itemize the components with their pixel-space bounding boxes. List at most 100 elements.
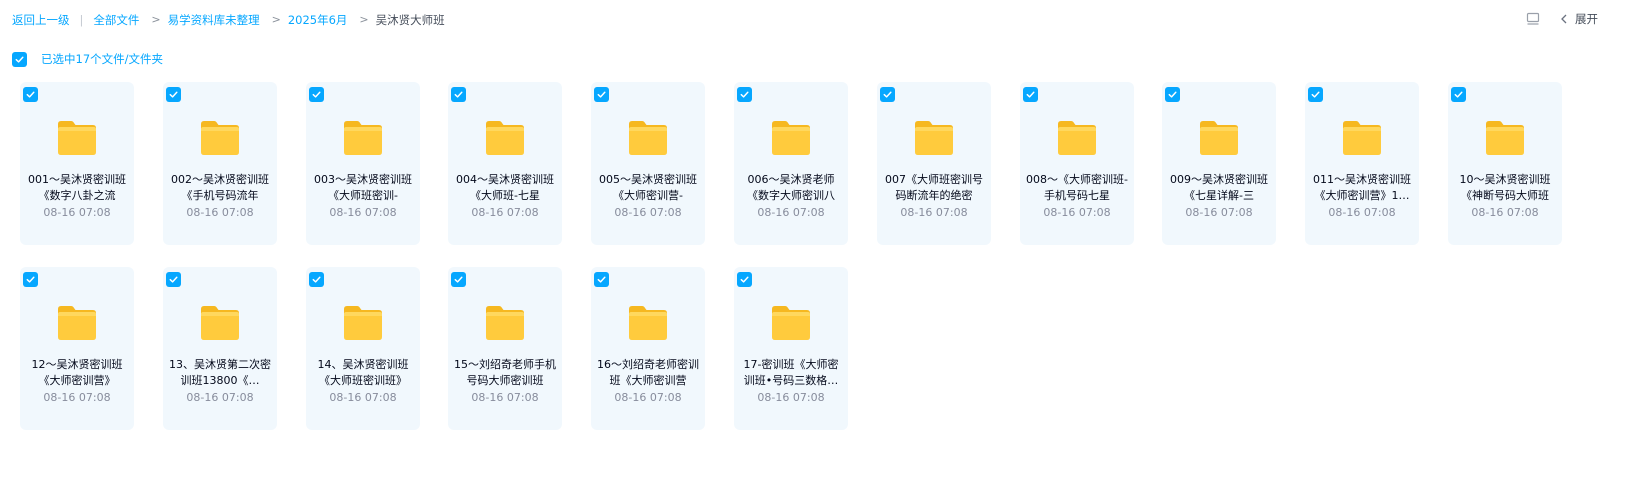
folder-card[interactable]: 007《大师班密训号码断流年的绝密 08-16 07:08 bbox=[877, 82, 991, 245]
folder-icon bbox=[201, 121, 239, 155]
folder-checkbox[interactable] bbox=[880, 87, 895, 102]
folder-icon bbox=[915, 121, 953, 155]
folder-icon bbox=[344, 121, 382, 155]
folder-date: 08-16 07:08 bbox=[1471, 206, 1539, 219]
folder-card[interactable]: 009～吴沐贤密训班《七星详解-三 08-16 07:08 bbox=[1162, 82, 1276, 245]
folder-checkbox[interactable] bbox=[451, 87, 466, 102]
folder-icon bbox=[772, 121, 810, 155]
folder-date: 08-16 07:08 bbox=[757, 206, 825, 219]
folder-checkbox[interactable] bbox=[1165, 87, 1180, 102]
folder-card[interactable]: 005～吴沐贤密训班《大师密训营- 08-16 07:08 bbox=[591, 82, 705, 245]
folder-checkbox[interactable] bbox=[166, 272, 181, 287]
folder-name: 006～吴沐贤老师《数字大师密训八 bbox=[747, 173, 835, 202]
folder-name: 16～刘绍奇老师密训班《大师密训营 bbox=[597, 358, 699, 387]
folder-icon bbox=[772, 306, 810, 340]
check-icon bbox=[26, 276, 35, 283]
folder-icon bbox=[486, 121, 524, 155]
folder-date: 08-16 07:08 bbox=[329, 206, 397, 219]
folder-icon bbox=[1486, 121, 1524, 155]
check-icon bbox=[312, 91, 321, 98]
folder-card[interactable]: 15～刘绍奇老师手机号码大师密训班 08-16 07:08 bbox=[448, 267, 562, 430]
top-bar: 返回上一级 | 全部文件 > 易学资料库未整理 > 2025年6月 > 吴沐贤大… bbox=[0, 0, 1648, 40]
folder-checkbox[interactable] bbox=[166, 87, 181, 102]
folder-card[interactable]: 13、吴沐贤第二次密训班13800《… 08-16 07:08 bbox=[163, 267, 277, 430]
folder-checkbox[interactable] bbox=[1308, 87, 1323, 102]
back-link[interactable]: 返回上一级 bbox=[12, 12, 70, 28]
check-icon bbox=[597, 276, 606, 283]
folder-checkbox[interactable] bbox=[1023, 87, 1038, 102]
folder-card[interactable]: 10～吴沐贤密训班《神断号码大师班 08-16 07:08 bbox=[1448, 82, 1562, 245]
folder-date: 08-16 07:08 bbox=[186, 206, 254, 219]
folder-card[interactable]: 14、吴沐贤密训班《大师班密训班》 08-16 07:08 bbox=[306, 267, 420, 430]
folder-name: 17-密训班《大师密训班•号码三数格… bbox=[743, 358, 839, 387]
folder-checkbox[interactable] bbox=[309, 272, 324, 287]
folder-date: 08-16 07:08 bbox=[471, 391, 539, 404]
folder-date: 08-16 07:08 bbox=[471, 206, 539, 219]
folder-icon bbox=[58, 306, 96, 340]
folder-card[interactable]: 002～吴沐贤密训班《手机号码流年 08-16 07:08 bbox=[163, 82, 277, 245]
folder-checkbox[interactable] bbox=[737, 87, 752, 102]
check-icon bbox=[312, 276, 321, 283]
select-all-checkbox[interactable] bbox=[12, 51, 27, 67]
folder-checkbox[interactable] bbox=[1451, 87, 1466, 102]
folder-card[interactable]: 006～吴沐贤老师《数字大师密训八 08-16 07:08 bbox=[734, 82, 848, 245]
chevron-left-icon bbox=[1561, 14, 1567, 24]
check-icon bbox=[740, 276, 749, 283]
check-icon bbox=[883, 91, 892, 98]
breadcrumb-separator: > bbox=[271, 13, 281, 26]
breadcrumb-item-all-files[interactable]: 全部文件 bbox=[93, 12, 139, 28]
check-icon bbox=[169, 276, 178, 283]
folder-name: 002～吴沐贤密训班《手机号码流年 bbox=[171, 173, 269, 202]
folder-name: 004～吴沐贤密训班《大师班-七星 bbox=[456, 173, 554, 202]
folder-icon bbox=[344, 306, 382, 340]
folder-name: 011～吴沐贤密训班《大师密训营》1… bbox=[1313, 173, 1411, 202]
breadcrumb-separator: > bbox=[359, 13, 369, 26]
expand-label: 展开 bbox=[1575, 12, 1598, 26]
folder-checkbox[interactable] bbox=[451, 272, 466, 287]
folder-card[interactable]: 001～吴沐贤密训班《数字八卦之流 08-16 07:08 bbox=[20, 82, 134, 245]
breadcrumb-divider: | bbox=[79, 13, 84, 27]
folder-checkbox[interactable] bbox=[737, 272, 752, 287]
folder-card[interactable]: 011～吴沐贤密训班《大师密训营》1… 08-16 07:08 bbox=[1305, 82, 1419, 245]
folder-card[interactable]: 17-密训班《大师密训班•号码三数格… 08-16 07:08 bbox=[734, 267, 848, 430]
folder-checkbox[interactable] bbox=[309, 87, 324, 102]
folder-card[interactable]: 008～《大师密训班-手机号码七星 08-16 07:08 bbox=[1020, 82, 1134, 245]
folder-checkbox[interactable] bbox=[594, 272, 609, 287]
check-icon bbox=[1311, 91, 1320, 98]
folder-name: 14、吴沐贤密训班《大师班密训班》 bbox=[317, 358, 409, 387]
folder-card[interactable]: 003～吴沐贤密训班《大师班密训- 08-16 07:08 bbox=[306, 82, 420, 245]
check-icon bbox=[169, 91, 178, 98]
folder-icon bbox=[58, 121, 96, 155]
list-view-icon[interactable] bbox=[1525, 11, 1541, 27]
folder-date: 08-16 07:08 bbox=[900, 206, 968, 219]
folder-card[interactable]: 004～吴沐贤密训班《大师班-七星 08-16 07:08 bbox=[448, 82, 562, 245]
check-icon bbox=[15, 56, 24, 63]
folder-date: 08-16 07:08 bbox=[1185, 206, 1253, 219]
folder-name: 005～吴沐贤密训班《大师密训营- bbox=[599, 173, 697, 202]
folder-name: 007《大师班密训号码断流年的绝密 bbox=[885, 173, 983, 202]
breadcrumb-item-library[interactable]: 易学资料库未整理 bbox=[168, 12, 260, 28]
folder-date: 08-16 07:08 bbox=[329, 391, 397, 404]
folder-date: 08-16 07:08 bbox=[614, 206, 682, 219]
folder-date: 08-16 07:08 bbox=[1328, 206, 1396, 219]
view-controls: 展开 bbox=[1525, 11, 1598, 27]
folder-date: 08-16 07:08 bbox=[1043, 206, 1111, 219]
expand-button[interactable]: 展开 bbox=[1559, 11, 1598, 27]
folder-checkbox[interactable] bbox=[23, 272, 38, 287]
check-icon bbox=[454, 276, 463, 283]
check-icon bbox=[1026, 91, 1035, 98]
check-icon bbox=[26, 91, 35, 98]
folder-checkbox[interactable] bbox=[23, 87, 38, 102]
breadcrumb-item-month[interactable]: 2025年6月 bbox=[288, 12, 348, 28]
folder-date: 08-16 07:08 bbox=[614, 391, 682, 404]
folder-checkbox[interactable] bbox=[594, 87, 609, 102]
folder-card[interactable]: 16～刘绍奇老师密训班《大师密训营 08-16 07:08 bbox=[591, 267, 705, 430]
folder-name: 15～刘绍奇老师手机号码大师密训班 bbox=[454, 358, 556, 387]
folder-icon bbox=[486, 306, 524, 340]
folder-icon bbox=[1343, 121, 1381, 155]
check-icon bbox=[1454, 91, 1463, 98]
folder-icon bbox=[629, 121, 667, 155]
folder-card[interactable]: 12～吴沐贤密训班《大师密训营》 08-16 07:08 bbox=[20, 267, 134, 430]
check-icon bbox=[597, 91, 606, 98]
folder-date: 08-16 07:08 bbox=[43, 206, 111, 219]
